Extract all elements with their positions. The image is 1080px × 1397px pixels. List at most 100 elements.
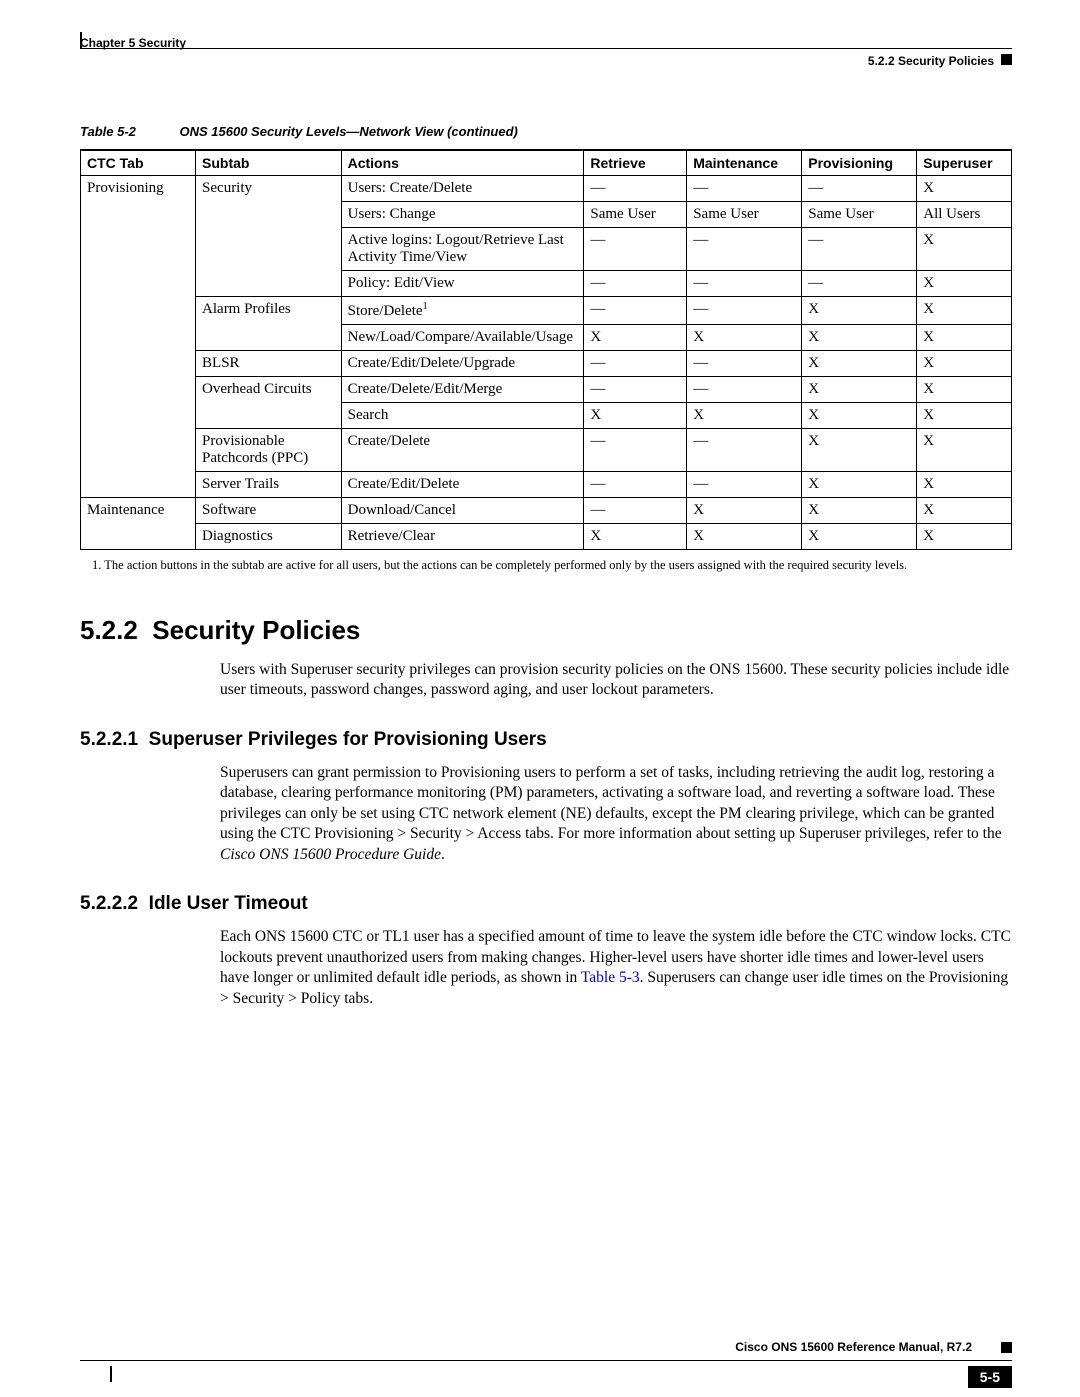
th-retrieve: Retrieve	[584, 150, 687, 176]
procedure-guide-ref: Cisco ONS 15600 Procedure Guide	[220, 846, 441, 863]
cell-ret: —	[584, 228, 687, 271]
cell-sup: X	[917, 325, 1012, 351]
cell-ret: X	[584, 403, 687, 429]
cell-mnt: X	[687, 325, 802, 351]
cell-sub: Security	[196, 176, 342, 297]
subsection-heading-superuser-privileges: 5.2.2.1 Superuser Privileges for Provisi…	[80, 729, 1012, 751]
cell-act: New/Load/Compare/Available/Usage	[341, 325, 584, 351]
table-footnote: 1. The action buttons in the subtab are …	[92, 558, 1012, 573]
cell-ret: —	[584, 429, 687, 472]
cell-act: Policy: Edit/View	[341, 271, 584, 297]
footer-rule	[80, 1360, 1012, 1361]
cell-act: Create/Delete	[341, 429, 584, 472]
cell-ret: Same User	[584, 202, 687, 228]
cell-sup: X	[917, 472, 1012, 498]
cell-mnt: —	[687, 351, 802, 377]
cell-mnt: —	[687, 271, 802, 297]
section-body: Users with Superuser security privileges…	[220, 660, 1012, 701]
cell-act: Create/Edit/Delete	[341, 472, 584, 498]
cell-sup: X	[917, 351, 1012, 377]
cell-sup: X	[917, 377, 1012, 403]
cell-prv: —	[802, 228, 917, 271]
cell-ret: —	[584, 377, 687, 403]
cell-prv: X	[802, 472, 917, 498]
cell-ctc: Provisioning	[81, 176, 196, 498]
cell-ret: —	[584, 351, 687, 377]
cell-sub: Provisionable Patchcords (PPC)	[196, 429, 342, 472]
cell-sup: X	[917, 498, 1012, 524]
cell-sub: Diagnostics	[196, 524, 342, 550]
table-title: ONS 15600 Security Levels—Network View (…	[180, 124, 518, 139]
cell-act: Active logins: Logout/Retrieve Last Acti…	[341, 228, 584, 271]
cell-act: Search	[341, 403, 584, 429]
cell-sub: Software	[196, 498, 342, 524]
table-row: Diagnostics Retrieve/Clear X X X X	[81, 524, 1012, 550]
cell-sub: BLSR	[196, 351, 342, 377]
cell-sub: Alarm Profiles	[196, 297, 342, 351]
section-heading-security-policies: 5.2.2 Security Policies	[80, 615, 1012, 646]
cell-sup: X	[917, 271, 1012, 297]
cell-act: Create/Delete/Edit/Merge	[341, 377, 584, 403]
cell-sup: X	[917, 297, 1012, 325]
cell-prv: —	[802, 176, 917, 202]
cell-prv: X	[802, 403, 917, 429]
table-row: Provisioning Security Users: Create/Dele…	[81, 176, 1012, 202]
cell-prv: Same User	[802, 202, 917, 228]
cell-mnt: —	[687, 377, 802, 403]
header-rule	[80, 48, 1012, 49]
cell-act: Users: Change	[341, 202, 584, 228]
cell-act: Users: Create/Delete	[341, 176, 584, 202]
security-levels-table: CTC Tab Subtab Actions Retrieve Maintena…	[80, 149, 1012, 550]
cell-mnt: X	[687, 403, 802, 429]
cell-sup: All Users	[917, 202, 1012, 228]
table-row: Overhead Circuits Create/Delete/Edit/Mer…	[81, 377, 1012, 403]
cell-prv: X	[802, 377, 917, 403]
th-maintenance: Maintenance	[687, 150, 802, 176]
th-actions: Actions	[341, 150, 584, 176]
footer-square-icon	[1001, 1342, 1012, 1353]
cell-sup: X	[917, 524, 1012, 550]
cell-sub: Overhead Circuits	[196, 377, 342, 429]
table-number: Table 5-2	[80, 124, 136, 139]
cell-ret: —	[584, 472, 687, 498]
cell-prv: X	[802, 498, 917, 524]
table-row: Maintenance Software Download/Cancel — X…	[81, 498, 1012, 524]
cell-act: Download/Cancel	[341, 498, 584, 524]
cell-mnt: X	[687, 498, 802, 524]
th-superuser: Superuser	[917, 150, 1012, 176]
cell-sup: X	[917, 228, 1012, 271]
cell-mnt: X	[687, 524, 802, 550]
th-provisioning: Provisioning	[802, 150, 917, 176]
th-subtab: Subtab	[196, 150, 342, 176]
cell-ret: —	[584, 498, 687, 524]
cell-mnt: Same User	[687, 202, 802, 228]
cell-ret: —	[584, 271, 687, 297]
footer-decorative-bar	[110, 1366, 112, 1382]
subsection-body: Each ONS 15600 CTC or TL1 user has a spe…	[220, 927, 1012, 1009]
subsection-body: Superusers can grant permission to Provi…	[220, 763, 1012, 865]
table-header-row: CTC Tab Subtab Actions Retrieve Maintena…	[81, 150, 1012, 176]
running-header-right: 5.2.2 Security Policies	[868, 54, 994, 68]
cell-ret: —	[584, 176, 687, 202]
cell-ret: —	[584, 297, 687, 325]
table-row: Provisionable Patchcords (PPC) Create/De…	[81, 429, 1012, 472]
cell-mnt: —	[687, 176, 802, 202]
cell-act: Retrieve/Clear	[341, 524, 584, 550]
cell-mnt: —	[687, 429, 802, 472]
cell-prv: X	[802, 429, 917, 472]
cell-ret: X	[584, 524, 687, 550]
cell-ctc: Maintenance	[81, 498, 196, 550]
cell-prv: X	[802, 524, 917, 550]
table-row: Server Trails Create/Edit/Delete — — X X	[81, 472, 1012, 498]
header-square-icon	[1001, 54, 1012, 65]
th-ctc-tab: CTC Tab	[81, 150, 196, 176]
page-footer: Cisco ONS 15600 Reference Manual, R7.2 5…	[80, 1360, 1012, 1361]
footer-doc-title: Cisco ONS 15600 Reference Manual, R7.2	[735, 1340, 972, 1354]
cell-prv: X	[802, 351, 917, 377]
cell-sub: Server Trails	[196, 472, 342, 498]
table-caption: Table 5-2 ONS 15600 Security Levels—Netw…	[80, 124, 1012, 139]
cell-mnt: —	[687, 228, 802, 271]
cell-sup: X	[917, 403, 1012, 429]
cell-mnt: —	[687, 297, 802, 325]
table-5-3-link[interactable]: Table 5-3	[581, 969, 640, 986]
